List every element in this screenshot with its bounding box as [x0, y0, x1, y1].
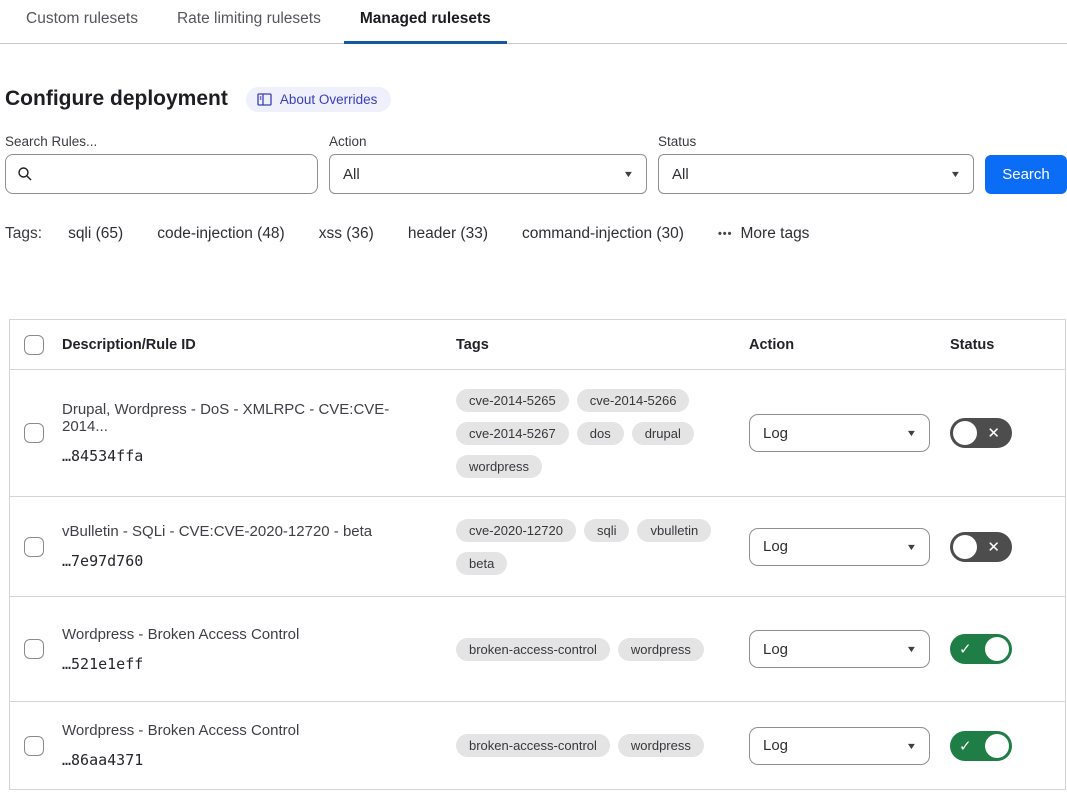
status-filter-value: All — [672, 166, 689, 183]
action-select[interactable]: Log ▼ — [749, 630, 930, 668]
action-select[interactable]: Log ▼ — [749, 414, 930, 452]
rule-tags: cve-2020-12720 sqli vbulletin beta — [456, 519, 749, 575]
rule-description: Drupal, Wordpress - DoS - XMLRPC - CVE:C… — [62, 401, 432, 435]
rule-id: …7e97d760 — [62, 552, 432, 570]
status-toggle[interactable]: ✓ ✕ — [950, 634, 1012, 664]
tags-label: Tags: — [5, 225, 42, 243]
chevron-down-icon: ▼ — [623, 169, 635, 179]
chevron-down-icon: ▼ — [950, 169, 962, 179]
tag-pill: cve-2014-5265 — [456, 389, 569, 412]
toggle-knob — [953, 421, 977, 445]
tag-pill: sqli — [584, 519, 630, 542]
tag-pill: broken-access-control — [456, 638, 610, 661]
tag-pill: cve-2014-5267 — [456, 422, 569, 445]
check-icon: ✓ — [959, 737, 972, 755]
tag-quick-filters: Tags: sqli (65) code-injection (48) xss … — [5, 225, 1067, 243]
rule-description: vBulletin - SQLi - CVE:CVE-2020-12720 - … — [62, 523, 432, 540]
status-toggle[interactable]: ✓ ✕ — [950, 418, 1012, 448]
table-row: Drupal, Wordpress - DoS - XMLRPC - CVE:C… — [10, 370, 1065, 497]
rule-id: …84534ffa — [62, 447, 432, 465]
tag-filter-code-injection[interactable]: code-injection (48) — [157, 225, 285, 243]
status-toggle[interactable]: ✓ ✕ — [950, 731, 1012, 761]
row-checkbox[interactable] — [24, 537, 44, 557]
tag-filter-command-injection[interactable]: command-injection (30) — [522, 225, 684, 243]
toggle-knob — [985, 637, 1009, 661]
row-checkbox[interactable] — [24, 736, 44, 756]
ruleset-tabs: Custom rulesets Rate limiting rulesets M… — [0, 0, 1067, 44]
tag-pill: broken-access-control — [456, 734, 610, 757]
tag-filter-header[interactable]: header (33) — [408, 225, 488, 243]
action-select[interactable]: Log ▼ — [749, 528, 930, 566]
tag-pill: beta — [456, 552, 507, 575]
chevron-down-icon: ▼ — [906, 428, 918, 438]
status-filter-label: Status — [658, 134, 974, 149]
search-input[interactable] — [41, 166, 306, 183]
rules-table: Description/Rule ID Tags Action Status D… — [9, 319, 1066, 790]
tab-custom-rulesets[interactable]: Custom rulesets — [10, 10, 154, 43]
action-select[interactable]: Log ▼ — [749, 727, 930, 765]
row-checkbox[interactable] — [24, 423, 44, 443]
tag-pill: cve-2020-12720 — [456, 519, 576, 542]
tag-pill: dos — [577, 422, 624, 445]
status-toggle[interactable]: ✓ ✕ — [950, 532, 1012, 562]
book-icon — [257, 93, 272, 106]
check-icon: ✓ — [959, 640, 972, 658]
table-row: vBulletin - SQLi - CVE:CVE-2020-12720 - … — [10, 497, 1065, 597]
action-value: Log — [763, 425, 788, 442]
action-value: Log — [763, 641, 788, 658]
tag-pill: wordpress — [456, 455, 542, 478]
chevron-down-icon: ▼ — [906, 644, 918, 654]
tag-pill: wordpress — [618, 734, 704, 757]
chevron-down-icon: ▼ — [906, 741, 918, 751]
action-filter-value: All — [343, 166, 360, 183]
ellipsis-icon: ••• — [718, 228, 733, 240]
status-filter-select[interactable]: All ▼ — [658, 154, 974, 194]
rule-id: …86aa4371 — [62, 751, 432, 769]
column-header-action: Action — [749, 337, 950, 353]
toggle-knob — [953, 535, 977, 559]
about-overrides-link[interactable]: About Overrides — [246, 87, 392, 112]
select-all-checkbox[interactable] — [24, 335, 44, 355]
action-filter-select[interactable]: All ▼ — [329, 154, 647, 194]
search-button[interactable]: Search — [985, 155, 1067, 194]
tag-filter-xss[interactable]: xss (36) — [319, 225, 374, 243]
tag-pill: wordpress — [618, 638, 704, 661]
action-value: Log — [763, 538, 788, 555]
rule-tags: broken-access-control wordpress — [456, 734, 749, 757]
x-icon: ✕ — [987, 538, 1000, 556]
filter-bar: Search Rules... Action All ▼ Status All … — [5, 134, 1067, 194]
row-checkbox[interactable] — [24, 639, 44, 659]
rule-description: Wordpress - Broken Access Control — [62, 722, 432, 739]
rule-tags: cve-2014-5265 cve-2014-5266 cve-2014-5267 d… — [456, 389, 749, 478]
action-filter-label: Action — [329, 134, 647, 149]
heading-row: Configure deployment About Overrides — [5, 84, 1067, 114]
table-row: Wordpress - Broken Access Control …86aa4… — [10, 702, 1065, 789]
more-tags-button[interactable]: ••• More tags — [718, 225, 809, 243]
column-header-status: Status — [950, 337, 1065, 353]
tab-managed-rulesets[interactable]: Managed rulesets — [344, 10, 507, 43]
tag-filter-sqli[interactable]: sqli (65) — [68, 225, 123, 243]
table-row: Wordpress - Broken Access Control …521e1… — [10, 597, 1065, 702]
tab-rate-limiting-rulesets[interactable]: Rate limiting rulesets — [161, 10, 337, 43]
rule-description: Wordpress - Broken Access Control — [62, 626, 432, 643]
about-overrides-label: About Overrides — [280, 92, 378, 107]
page-title: Configure deployment — [5, 87, 228, 111]
search-icon — [17, 166, 33, 182]
rule-tags: broken-access-control wordpress — [456, 638, 749, 661]
tag-pill: cve-2014-5266 — [577, 389, 690, 412]
rule-id: …521e1eff — [62, 655, 432, 673]
search-box[interactable] — [5, 154, 318, 194]
table-header-row: Description/Rule ID Tags Action Status — [10, 320, 1065, 370]
more-tags-label: More tags — [741, 225, 810, 243]
tag-pill: vbulletin — [637, 519, 711, 542]
search-label: Search Rules... — [5, 134, 318, 149]
tag-pill: drupal — [632, 422, 694, 445]
column-header-tags: Tags — [456, 337, 749, 353]
toggle-knob — [985, 734, 1009, 758]
column-header-description: Description/Rule ID — [62, 337, 456, 353]
action-value: Log — [763, 737, 788, 754]
x-icon: ✕ — [987, 424, 1000, 442]
chevron-down-icon: ▼ — [906, 542, 918, 552]
